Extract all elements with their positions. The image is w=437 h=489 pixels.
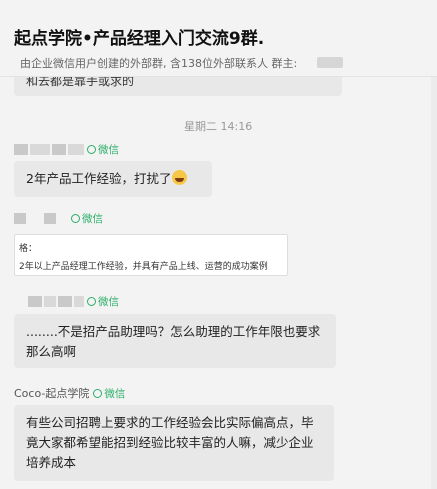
grin-sweat-emoji-icon [172,170,188,185]
message-text: 有些公司招聘上要求的工作经验会比实际偏高点，毕竟大家都希望能招到经验比较丰富的人… [26,415,314,470]
message-bubble[interactable]: 2年产品工作经验，打扰了 [14,161,212,197]
card-text-line: 格： [19,244,38,254]
avatar-redacted[interactable] [28,296,42,307]
sender-name-redacted [52,144,66,155]
wechat-label: 微信 [98,144,119,156]
wechat-badge: 微信 [92,386,125,401]
message-sender: 微信 [14,211,103,226]
message-text: 2年产品工作经验，打扰了 [26,171,172,186]
message-sender: 微信 [14,142,119,157]
sender-name-redacted [58,296,72,307]
wechat-icon [93,388,103,398]
wechat-icon [87,297,96,306]
message-bubble[interactable]: ........不是招产品助理吗？怎么助理的工作年限也要求那么高啊 [14,314,336,368]
avatar-redacted[interactable] [14,213,26,224]
sender-name-redacted [30,144,50,155]
avatar-redacted[interactable] [14,144,28,155]
sender-name[interactable]: Coco-起点学院 [14,385,89,401]
card-text-line: 2年以上产品经理工作经验，并具有产品上线、运营的成功案例 [19,262,268,272]
chat-header: 起点学院•产品经理入门交流9群. 由企业微信用户创建的外部群, 含138位外部联… [0,0,437,77]
group-subtitle: 由企业微信用户创建的外部群, 含138位外部联系人 群主: [20,57,298,70]
message-sender: 微信 [28,294,119,309]
job-posting-screenshot[interactable]: 格： 2年以上产品经理工作经验，并具有产品上线、运营的成功案例 [14,234,288,276]
message-sender: Coco-起点学院 微信 [14,385,125,401]
wechat-icon [87,145,96,154]
sender-name-redacted [44,296,56,307]
owner-name-redacted [317,57,343,68]
wechat-badge: 微信 [86,294,119,309]
wechat-label: 微信 [82,213,103,225]
message-timestamp: 星期二 14:16 [184,120,253,133]
group-title[interactable]: 起点学院•产品经理入门交流9群. [14,24,264,49]
wechat-badge: 微信 [86,142,119,157]
wechat-icon [71,214,80,223]
sender-name-redacted [44,213,56,224]
wechat-label: 微信 [104,387,126,400]
wechat-badge: 微信 [70,211,103,226]
sender-name-redacted [68,144,84,155]
wechat-label: 微信 [98,296,119,308]
message-text: ........不是招产品助理吗？怎么助理的工作年限也要求那么高啊 [26,324,321,359]
message-bubble[interactable]: 有些公司招聘上要求的工作经验会比实际偏高点，毕竟大家都希望能招到经验比较丰富的人… [14,405,334,481]
sender-name-redacted [74,296,84,307]
